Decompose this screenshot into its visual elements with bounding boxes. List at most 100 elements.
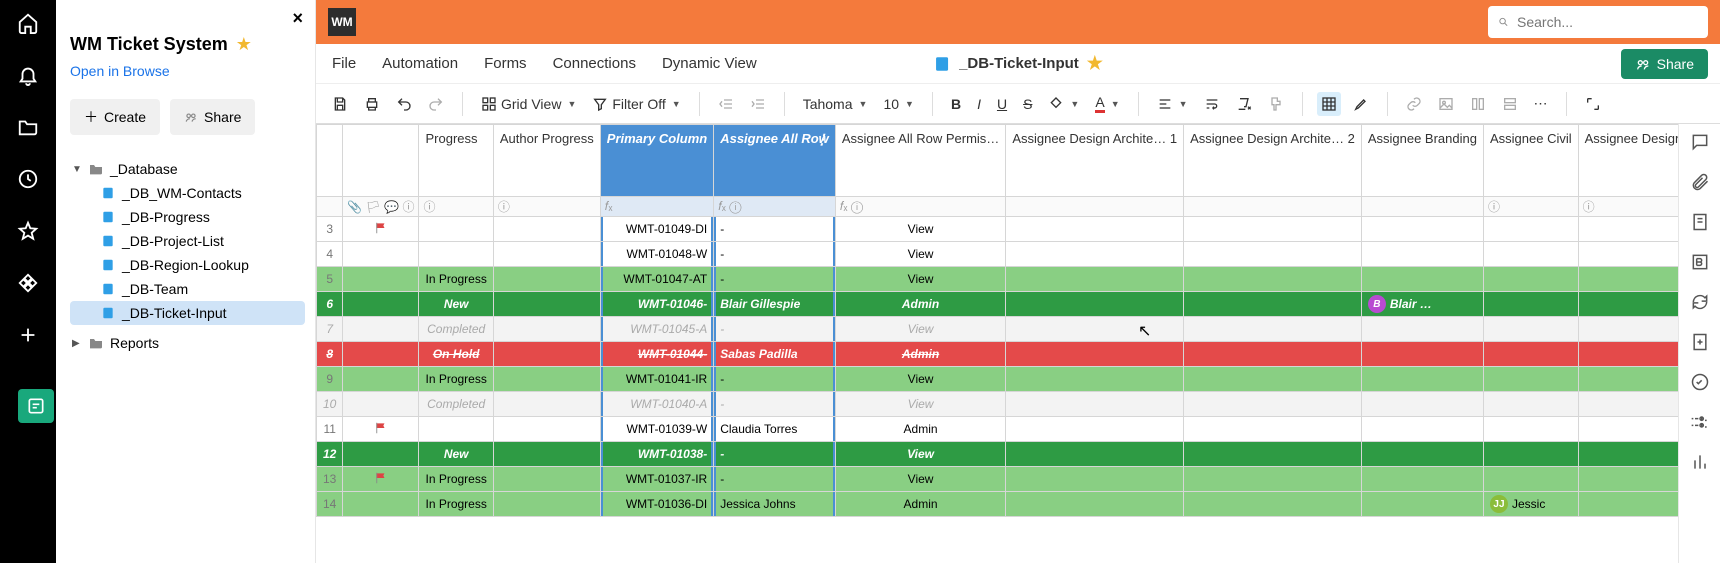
row-number[interactable]: 11 <box>317 417 343 442</box>
cell[interactable] <box>493 242 600 267</box>
cell[interactable] <box>1006 392 1184 417</box>
text-color-icon[interactable]: A▼ <box>1091 90 1123 117</box>
cell-perm[interactable]: Admin <box>835 342 1006 367</box>
cell[interactable] <box>493 317 600 342</box>
col-header[interactable]: Progress <box>419 125 493 197</box>
cell[interactable] <box>1578 342 1678 367</box>
cell-progress[interactable]: In Progress <box>419 267 493 292</box>
table-row[interactable]: 10CompletedWMT-01040-A-View <box>317 392 1679 417</box>
cell-perm[interactable]: Admin <box>835 292 1006 317</box>
table-row[interactable]: 5In ProgressWMT-01047-AT-View <box>317 267 1679 292</box>
cell[interactable] <box>493 292 600 317</box>
menu-forms[interactable]: Forms <box>484 55 527 72</box>
cell[interactable] <box>1578 492 1678 517</box>
cell-perm[interactable]: View <box>835 392 1006 417</box>
cell-progress[interactable]: New <box>419 292 493 317</box>
row-number[interactable]: 4 <box>317 242 343 267</box>
cell-civil[interactable] <box>1483 442 1578 467</box>
cell-primary[interactable]: WMT-01040-A <box>600 392 713 417</box>
cell-branding[interactable] <box>1361 217 1483 242</box>
tree-item[interactable]: _DB-Progress <box>70 205 305 229</box>
menu-automation[interactable]: Automation <box>382 55 458 72</box>
cell[interactable] <box>1006 292 1184 317</box>
filter-dropdown[interactable]: Filter Off▼ <box>588 92 684 116</box>
col-header[interactable]: Assignee Design Archite… 1 <box>1006 125 1184 197</box>
cell-civil[interactable] <box>1483 267 1578 292</box>
cell-progress[interactable]: New <box>419 442 493 467</box>
col-header[interactable]: Assignee Design Archite… 2 <box>1184 125 1362 197</box>
cell[interactable] <box>1184 292 1362 317</box>
column-options-icon[interactable]: ⋮ <box>815 131 829 148</box>
cell-progress[interactable] <box>419 242 493 267</box>
row-number[interactable]: 6 <box>317 292 343 317</box>
cell[interactable] <box>493 392 600 417</box>
bold-icon[interactable]: B <box>947 92 965 116</box>
cell-assignee[interactable]: Claudia Torres <box>714 417 836 442</box>
expand-icon[interactable] <box>1581 92 1605 116</box>
row-number[interactable]: 5 <box>317 267 343 292</box>
cell-branding[interactable] <box>1361 467 1483 492</box>
cell[interactable] <box>1184 467 1362 492</box>
cell-branding[interactable] <box>1361 492 1483 517</box>
strike-icon[interactable]: S <box>1019 92 1036 116</box>
cell-branding[interactable] <box>1361 392 1483 417</box>
table-row[interactable]: 13In ProgressWMT-01037-IR-View <box>317 467 1679 492</box>
cell[interactable] <box>1184 242 1362 267</box>
conditional-format-icon[interactable] <box>1317 92 1341 116</box>
row-number[interactable]: 7 <box>317 317 343 342</box>
cell-perm[interactable]: View <box>835 242 1006 267</box>
table-row[interactable]: 4WMT-01048-W-View <box>317 242 1679 267</box>
cell-civil[interactable] <box>1483 392 1578 417</box>
cell[interactable] <box>493 367 600 392</box>
bell-icon[interactable] <box>17 64 39 86</box>
home-icon[interactable] <box>17 12 39 34</box>
table-row[interactable]: 7CompletedWMT-01045-A-View <box>317 317 1679 342</box>
row-number[interactable]: 13 <box>317 467 343 492</box>
table-row[interactable]: 9In ProgressWMT-01041-IR-View <box>317 367 1679 392</box>
cell-primary[interactable]: WMT-01047-AT <box>600 267 713 292</box>
row-flag[interactable] <box>343 267 419 292</box>
tree-item-selected[interactable]: _DB-Ticket-Input <box>70 301 305 325</box>
col-header[interactable]: Assignee Civil <box>1483 125 1578 197</box>
cell[interactable] <box>1184 392 1362 417</box>
cell-perm[interactable]: View <box>835 442 1006 467</box>
cell[interactable] <box>493 467 600 492</box>
cell[interactable] <box>1578 267 1678 292</box>
cell-civil[interactable] <box>1483 217 1578 242</box>
cell[interactable] <box>1006 442 1184 467</box>
cell-primary[interactable]: WMT-01049-DI <box>600 217 713 242</box>
col-header[interactable]: Assignee Branding <box>1361 125 1483 197</box>
cell-civil[interactable] <box>1483 417 1578 442</box>
attach-icon[interactable] <box>1690 172 1710 192</box>
wrap-icon[interactable] <box>1200 92 1224 116</box>
cell-primary[interactable]: WMT-01036-DI <box>600 492 713 517</box>
row-number[interactable]: 14 <box>317 492 343 517</box>
cell-progress[interactable]: Completed <box>419 317 493 342</box>
cell-assignee[interactable]: - <box>714 317 836 342</box>
cell-branding[interactable] <box>1361 442 1483 467</box>
cell-primary[interactable]: WMT-01044- <box>600 342 713 367</box>
cell[interactable] <box>1578 242 1678 267</box>
cell-primary[interactable]: WMT-01039-W <box>600 417 713 442</box>
link-icon[interactable] <box>1402 92 1426 116</box>
open-in-browse-link[interactable]: Open in Browse <box>70 63 305 79</box>
underline-icon[interactable]: U <box>993 92 1011 116</box>
cell-progress[interactable] <box>419 217 493 242</box>
cell-branding[interactable] <box>1361 417 1483 442</box>
share-sheet-button[interactable]: Share <box>1621 49 1708 79</box>
cell[interactable] <box>1184 342 1362 367</box>
table-row[interactable]: 6NewWMT-01046-Blair GillespieAdminBBlair… <box>317 292 1679 317</box>
cell-branding[interactable] <box>1361 342 1483 367</box>
cell-assignee[interactable]: - <box>714 467 836 492</box>
share-button[interactable]: Share <box>170 99 255 135</box>
row-number[interactable]: 9 <box>317 367 343 392</box>
cell[interactable] <box>1184 267 1362 292</box>
cell-perm[interactable]: Admin <box>835 417 1006 442</box>
insert-col-icon[interactable] <box>1466 92 1490 116</box>
cell-branding[interactable]: BBlair … <box>1361 292 1483 317</box>
cell-progress[interactable]: On Hold <box>419 342 493 367</box>
cell-branding[interactable] <box>1361 267 1483 292</box>
create-button[interactable]: ＋Create <box>70 99 160 135</box>
cell[interactable] <box>1006 467 1184 492</box>
recent-icon[interactable] <box>17 168 39 190</box>
